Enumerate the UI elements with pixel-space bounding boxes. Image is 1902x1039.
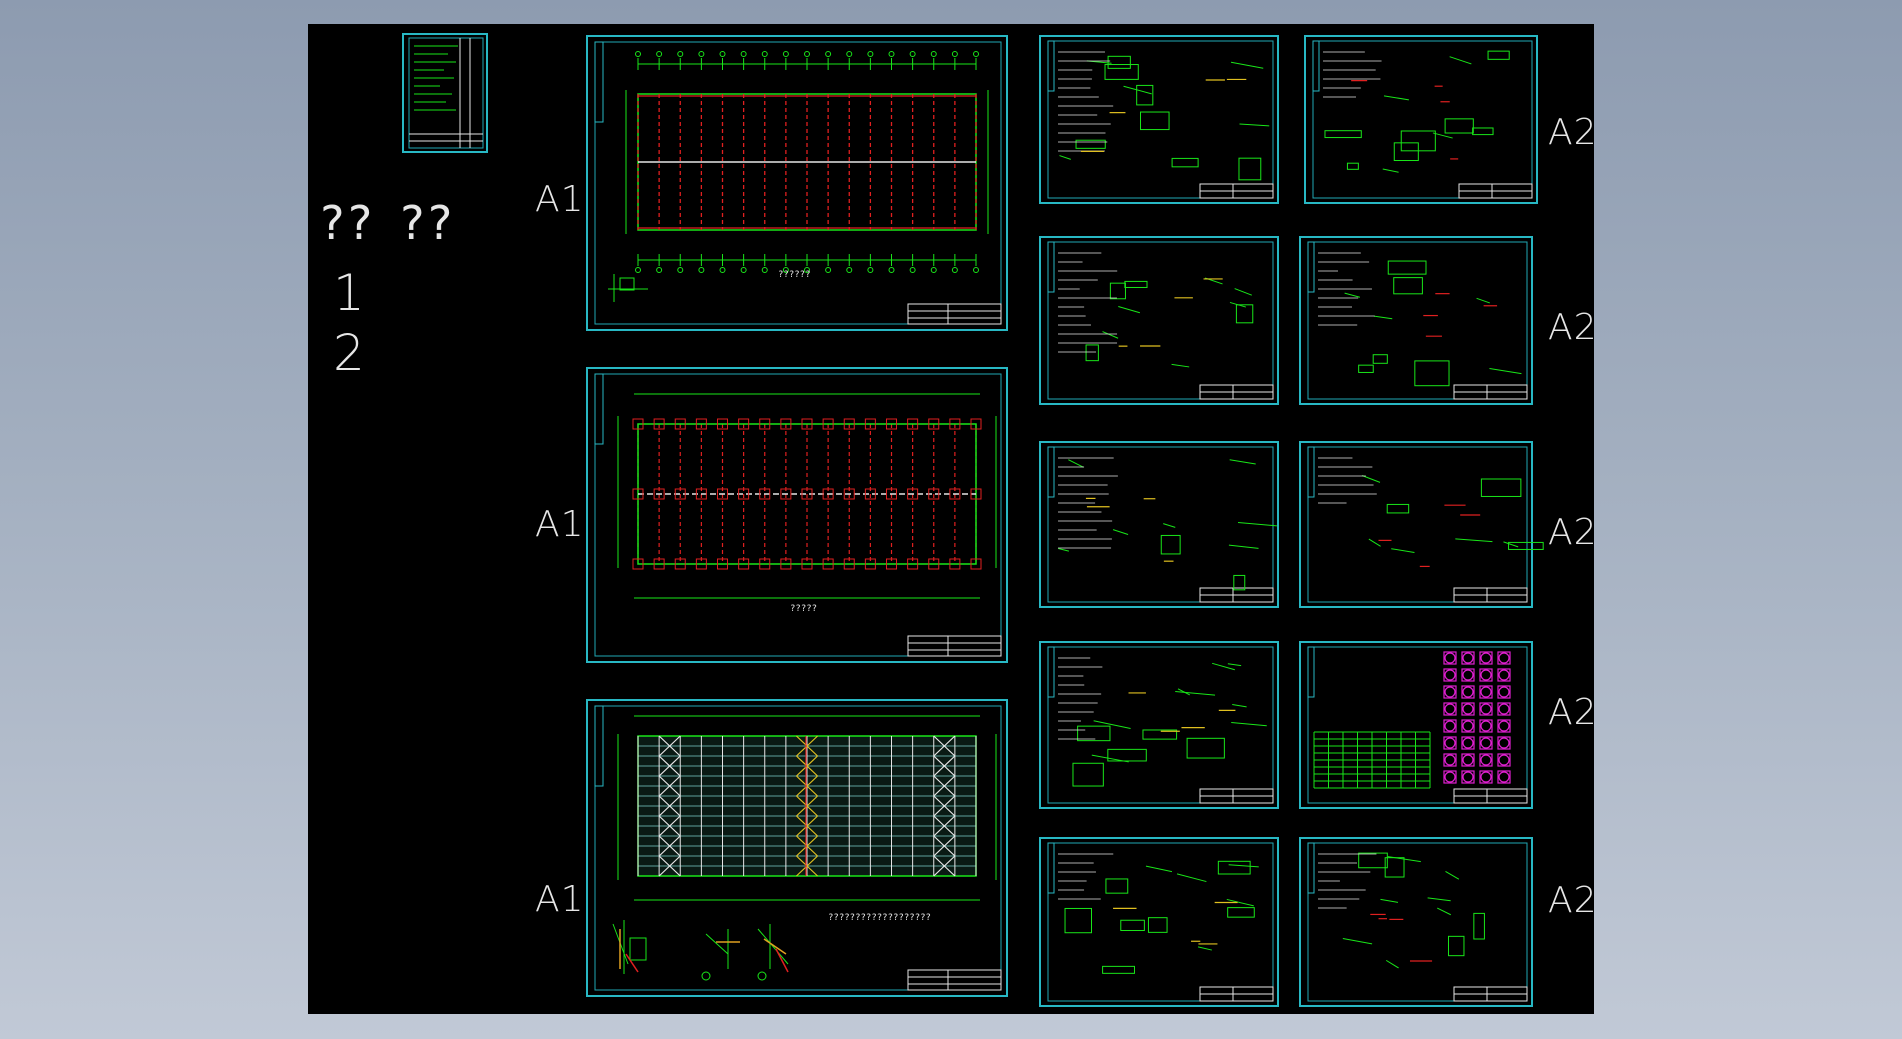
sheet-size-label-a2-2: A2 [1548,307,1598,348]
a2-sheet-1 [1039,35,1279,204]
plan-title-2: ????? [790,604,818,614]
a2-sheet-8 [1299,641,1533,809]
sheet-a1-2 [586,367,1008,663]
left-mark-q1: ?? [318,196,374,250]
sheet-a1-3 [586,699,1008,997]
a2-sheet-6 [1299,441,1544,608]
a2-sheet-3 [1039,236,1279,405]
sheet-size-label-a2-4: A2 [1548,692,1598,733]
sheet-a1-1 [586,35,1008,331]
sheet-size-label-a1-2: A1 [535,504,585,545]
sheet-size-label-a1-1: A1 [535,179,585,220]
sheet-size-label-a2-1: A2 [1548,112,1598,153]
a2-sheet-10 [1299,837,1533,1007]
sheet-size-label-a1-3: A1 [535,879,585,920]
plan-title-1: ?????? [778,270,811,280]
drawing-svg [402,33,1544,1007]
left-mark-1: 1 [333,264,365,322]
a2-sheet-7 [1039,641,1279,809]
a2-sheets [1039,35,1544,1007]
drawing-canvas[interactable]: ?? ?? 1 2 ?????? ????? ?????????????????… [308,24,1597,1014]
sheet-size-label-a2-3: A2 [1548,512,1598,553]
left-mark-q2: ?? [398,196,454,250]
a2-sheet-5 [1039,441,1279,608]
sheet-size-label-a2-5: A2 [1548,880,1598,921]
a2-sheet-4 [1299,236,1533,405]
a2-sheet-9 [1039,837,1279,1007]
left-mark-2: 2 [333,324,365,382]
cover-sheet [402,33,488,153]
a2-sheet-2 [1304,35,1538,204]
plan-title-3: ??????????????????? [828,913,931,923]
